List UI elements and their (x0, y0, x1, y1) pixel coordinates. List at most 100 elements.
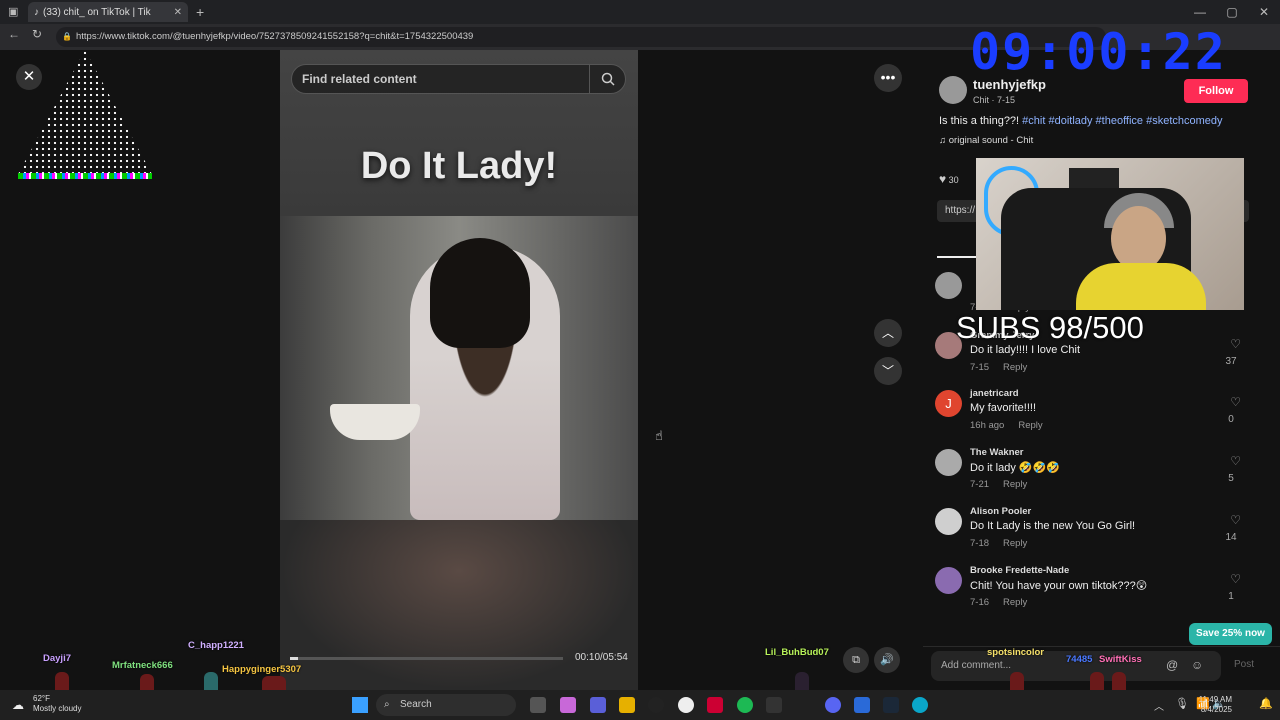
sound-line[interactable]: ♫ original sound - Chit (939, 135, 1033, 146)
comment-meta: 16h ago Reply (970, 420, 1043, 431)
heart-icon[interactable]: ♥ (939, 172, 946, 186)
reply-link[interactable]: Reply (1018, 420, 1042, 431)
steam-icon[interactable] (883, 697, 899, 713)
reply-link[interactable]: Reply (1003, 362, 1027, 373)
close-window-icon[interactable]: ✕ (1248, 0, 1280, 24)
sound-name: original sound - Chit (948, 135, 1034, 146)
window-controls: — ▢ ✕ (1184, 0, 1280, 24)
system-clock[interactable]: 11:49 AM 8/4/2025 (1199, 695, 1232, 715)
search-input[interactable]: Find related content (291, 64, 626, 94)
post-button[interactable]: Post (1234, 659, 1254, 670)
task-view-icon[interactable] (530, 697, 546, 713)
pyramid-legend (18, 173, 152, 179)
comment-meta: 7-16 Reply (970, 597, 1027, 608)
video-area: Do It Lady! Find related content ✕ ••• ︿… (0, 50, 915, 690)
comment-author[interactable]: janetricard (970, 388, 1019, 399)
reply-link[interactable]: Reply (1003, 479, 1027, 490)
comment-avatar[interactable] (935, 449, 962, 476)
comment-meta: 7-18 Reply (970, 538, 1027, 549)
comment-avatar[interactable] (935, 272, 962, 299)
maximize-icon[interactable]: ▢ (1216, 0, 1248, 24)
search-placeholder: Find related content (302, 72, 417, 86)
sidebar-toggle-icon[interactable]: ▣ (8, 5, 18, 18)
video-player[interactable]: Do It Lady! (280, 50, 638, 690)
next-video-button[interactable]: ﹀ (874, 357, 902, 385)
comment-heart-icon[interactable]: ♡ (1230, 513, 1241, 527)
minimize-icon[interactable]: — (1184, 0, 1216, 24)
browser-tab[interactable]: ♪ (33) chit_ on TikTok | Tik ✕ (28, 2, 188, 22)
file-explorer-icon[interactable] (619, 697, 635, 713)
capcut-icon[interactable] (766, 697, 782, 713)
tab-close-icon[interactable]: ✕ (174, 7, 182, 18)
comment-heart-icon[interactable]: ♡ (1230, 572, 1241, 586)
likes-row: ♥ 30 (939, 172, 959, 186)
comment-author[interactable]: Brooke Fredette-Nade (970, 565, 1069, 576)
search-icon[interactable] (589, 65, 625, 93)
comment-date: 7-15 (970, 362, 990, 373)
comment-date: 7-18 (970, 538, 990, 549)
weather-widget[interactable]: 62°F Mostly cloudy (33, 694, 81, 714)
url-text: https://www.tiktok.com/@tuenhyjefkp/vide… (76, 31, 474, 42)
pip-icon[interactable]: ⧉ (843, 647, 869, 673)
caption-hashtags[interactable]: #chit #doitlady #theoffice #sketchcomedy (1022, 115, 1222, 127)
app-icon[interactable] (854, 697, 870, 713)
emoji-icon[interactable]: ☺ (1191, 658, 1203, 672)
refresh-icon[interactable]: ↻ (32, 27, 42, 41)
comment-item: The Wakner Do it lady 🤣🤣🤣 7-21 Reply ♡ 5 (935, 447, 1265, 507)
stream-app-icon[interactable] (707, 697, 723, 713)
comment-heart-icon[interactable]: ♡ (1230, 337, 1241, 351)
close-video-button[interactable]: ✕ (16, 64, 42, 90)
save-discount-badge[interactable]: Save 25% now (1189, 623, 1272, 645)
weather-icon[interactable]: ☁ (12, 698, 24, 712)
teams-icon[interactable] (590, 697, 606, 713)
webcam-overlay (976, 158, 1244, 310)
tab-underline (937, 256, 977, 258)
comment-like-count: 5 (1228, 473, 1234, 484)
comment-author[interactable]: The Wakner (970, 447, 1024, 458)
post-caption: Is this a thing??! #chit #doitlady #theo… (939, 115, 1223, 127)
chatter-name: 74485 (1066, 654, 1093, 665)
comment-avatar[interactable]: J (935, 390, 962, 417)
address-bar[interactable]: 🔒 https://www.tiktok.com/@tuenhyjefkp/vi… (56, 27, 1106, 47)
author-avatar[interactable] (939, 76, 967, 104)
comment-meta: 7-21 Reply (970, 479, 1027, 490)
windows-start-icon[interactable] (352, 697, 368, 713)
tiktok-page: Do It Lady! Find related content ✕ ••• ︿… (0, 50, 1280, 690)
comment-meta: 7-15 Reply (970, 362, 1027, 373)
likes-count: 30 (948, 175, 959, 185)
spotify-icon[interactable] (737, 697, 753, 713)
discord-icon[interactable] (825, 697, 841, 713)
obs-icon[interactable] (648, 697, 664, 713)
comment-item: Brooke Fredette-Nade Chit! You have your … (935, 565, 1265, 625)
music-note-icon: ♫ (939, 135, 947, 146)
mention-icon[interactable]: @ (1166, 658, 1178, 672)
chatter-name: spotsincolor (987, 647, 1045, 658)
copilot-icon[interactable] (560, 697, 576, 713)
taskbar-search[interactable]: ⌕ Search (376, 694, 516, 716)
notification-bell-icon[interactable]: 🔔 (1259, 697, 1273, 710)
video-progress-bar[interactable] (290, 657, 563, 660)
comment-avatar[interactable] (935, 567, 962, 594)
lock-icon: 🔒 (62, 32, 72, 41)
comment-text: Chit! You have your own tiktok???😲 (970, 580, 1148, 592)
chatter-name: C_happ1221 (188, 640, 244, 651)
comment-heart-icon[interactable]: ♡ (1230, 454, 1241, 468)
tray-chevron-icon[interactable]: ︿ (1154, 698, 1164, 713)
reply-link[interactable]: Reply (1003, 538, 1027, 549)
volume-icon[interactable]: 🔊 (874, 647, 900, 673)
comment-heart-icon[interactable]: ♡ (1230, 395, 1241, 409)
comment-author[interactable]: Alison Pooler (970, 506, 1031, 517)
previous-video-button[interactable]: ︿ (874, 319, 902, 347)
mic-icon[interactable]: 🎙 (1175, 697, 1189, 710)
reply-link[interactable]: Reply (1003, 597, 1027, 608)
video-bottom-band (280, 520, 638, 690)
edge-icon[interactable] (912, 697, 928, 713)
app-icon[interactable] (678, 697, 694, 713)
back-icon[interactable]: ← (8, 27, 20, 41)
comment-avatar[interactable] (935, 508, 962, 535)
more-options-icon[interactable]: ••• (874, 64, 902, 92)
weather-temp: 62°F (33, 694, 50, 703)
follow-button[interactable]: Follow (1184, 79, 1248, 103)
browser-tab-bar: ▣ ♪ (33) chit_ on TikTok | Tik ✕ + — ▢ ✕ (0, 0, 1280, 24)
new-tab-icon[interactable]: + (196, 4, 204, 20)
